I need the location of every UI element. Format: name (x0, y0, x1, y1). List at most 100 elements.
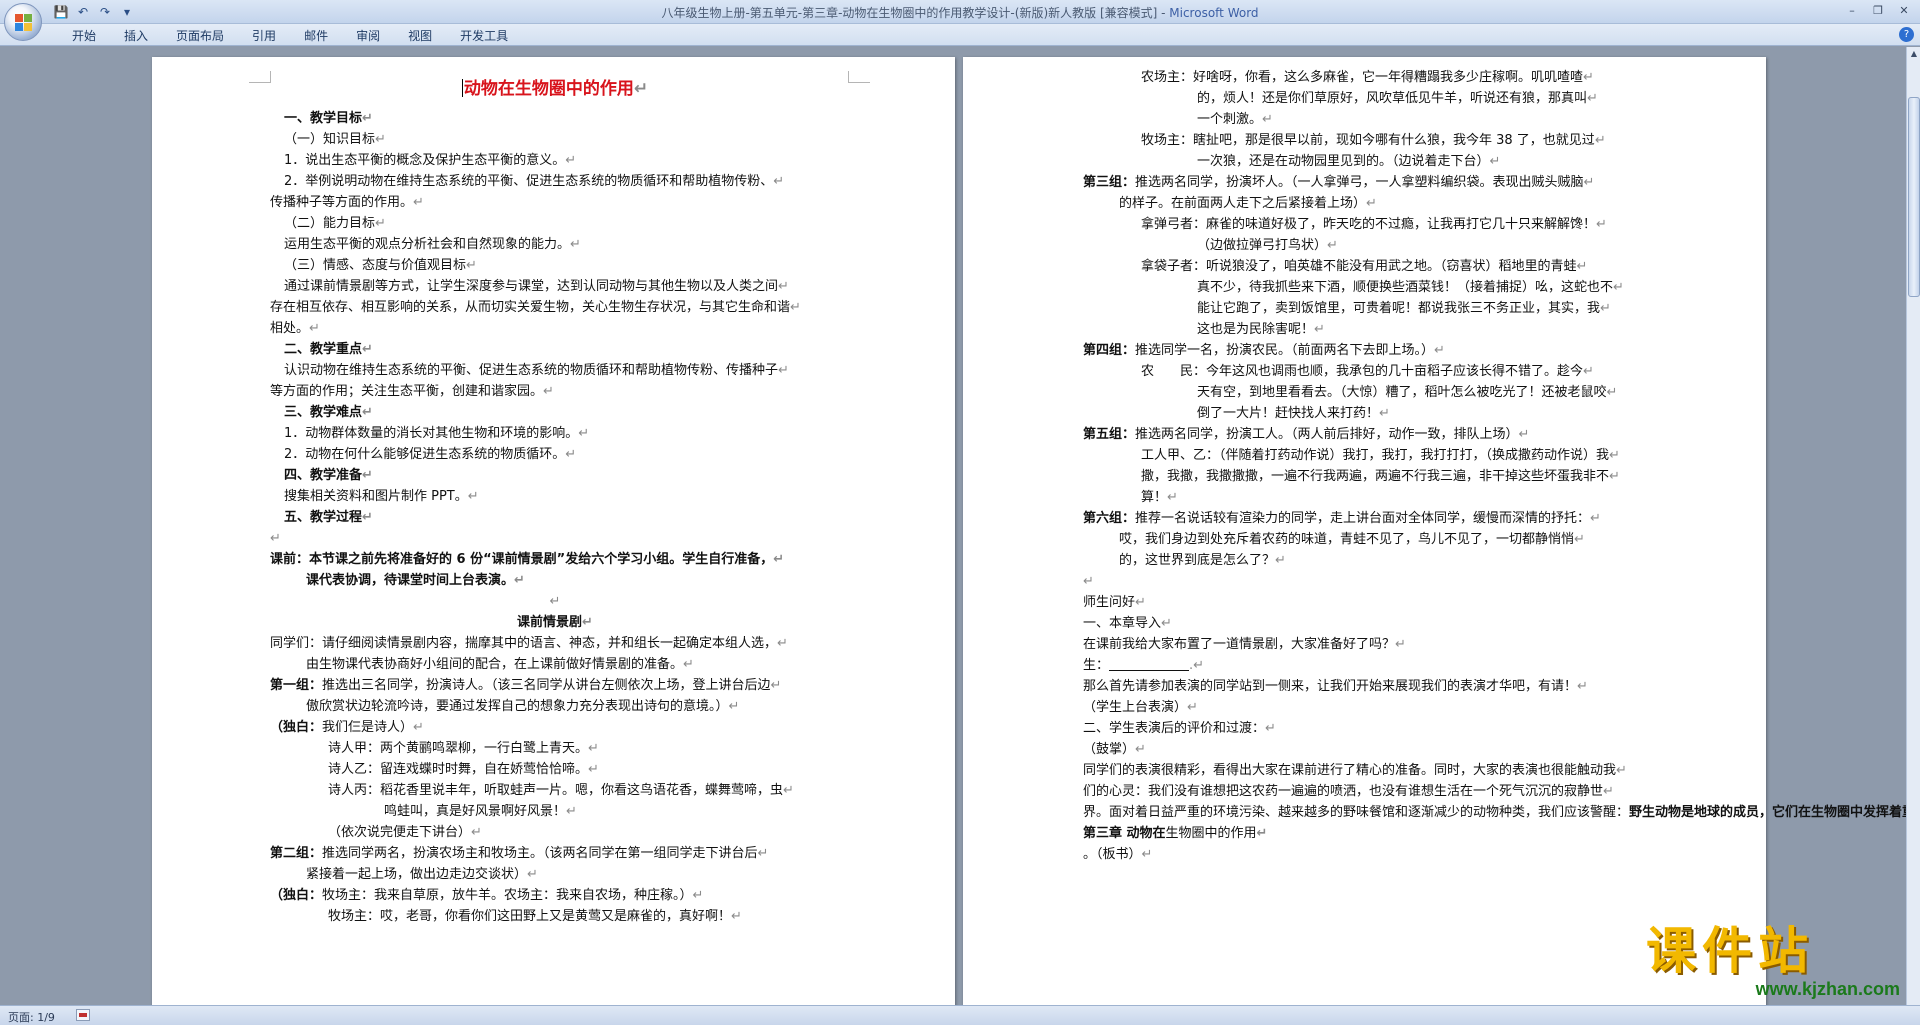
text-line[interactable]: ↵ (1083, 571, 1663, 592)
document-area[interactable]: 动物在生物圈中的作用↵ 一、教学目标↵ （一）知识目标↵ 1．说出生态平衡的概念及保… (0, 47, 1906, 1005)
text-line[interactable]: 拿袋子者：听说狼没了，咱英雄不能没有用武之地。（窃喜状）稻地里的青蛙↵ (1083, 256, 1663, 277)
text-line[interactable]: 三、教学难点↵ (270, 402, 840, 423)
text-line[interactable]: 们的心灵：我们没有谁想把这农药一遍遍的喷洒，也没有谁想生活在一个死气沉沉的寂静世… (1083, 781, 1663, 802)
office-button[interactable] (4, 3, 42, 41)
text-line[interactable]: 运用生态平衡的观点分析社会和自然现象的能力。↵ (270, 234, 840, 255)
text-line[interactable]: 一、教学目标↵ (270, 108, 840, 129)
text-line[interactable]: 等方面的作用；关注生态平衡，创建和谐家园。↵ (270, 381, 840, 402)
text-line[interactable]: 一、本章导入↵ (1083, 613, 1663, 634)
scroll-thumb[interactable] (1908, 97, 1920, 297)
close-button[interactable]: ✕ (1892, 2, 1916, 20)
text-line[interactable]: 第三组：推选两名同学，扮演坏人。（一人拿弹弓，一人拿塑料编织袋。表现出贼头贼脑↵ (1083, 172, 1663, 193)
text-line[interactable]: 第五组：推选两名同学，扮演工人。（两人前后排好，动作一致，排队上场）↵ (1083, 424, 1663, 445)
text-line[interactable]: 1．动物群体数量的消长对其他生物和环境的影响。↵ (270, 423, 840, 444)
text-line[interactable]: 的，这世界到底是怎么了？↵ (1083, 550, 1663, 571)
text-line[interactable]: 界。面对着日益严重的环境污染、越来越多的野味餐馆和逐渐减少的动物种类，我们应该警… (1083, 802, 1906, 823)
text-line[interactable]: 在课前我给大家布置了一道情景剧，大家准备好了吗？↵ (1083, 634, 1663, 655)
text-line[interactable]: 天有空，到地里看看去。（大惊）糟了，稻叶怎么被吃光了！还被老鼠咬↵ (1083, 382, 1663, 403)
text-line[interactable]: 生： .↵ (1083, 655, 1663, 676)
tab-4[interactable]: 邮件 (290, 27, 342, 45)
text-line[interactable]: 四、教学准备↵ (270, 465, 840, 486)
text-line[interactable]: （依次说完便走下讲台）↵ (270, 822, 840, 843)
text-line[interactable]: 拿弹弓者：麻雀的味道好极了，昨天吃的不过瘾，让我再打它几十只来解解馋！↵ (1083, 214, 1663, 235)
text-line[interactable]: 第六组：推荐一名说话较有渲染力的同学，走上讲台面对全体同学，缓慢而深情的抒托：↵ (1083, 508, 1663, 529)
text-line[interactable]: 算！↵ (1083, 487, 1663, 508)
text-line[interactable]: 由生物课代表协商好小组间的配合，在上课前做好情景剧的准备。↵ (270, 654, 840, 675)
text-line[interactable]: 哎，我们身边到处充斥着农药的味道，青蛙不见了，鸟儿不见了，一切都静悄悄↵ (1083, 529, 1663, 550)
tab-3[interactable]: 引用 (238, 27, 290, 45)
tab-1[interactable]: 插入 (110, 27, 162, 45)
text-line[interactable]: 一个刺激。↵ (1083, 109, 1663, 130)
minimize-button[interactable]: – (1840, 2, 1864, 20)
restore-button[interactable]: ❐ (1866, 2, 1890, 20)
text-line[interactable]: 通过课前情景剧等方式，让学生深度参与课堂，达到认同动物与其他生物以及人类之间↵ (270, 276, 840, 297)
text-line[interactable]: 课前情景剧↵ (270, 612, 840, 633)
text-line[interactable]: 。（板书）↵ (1083, 844, 1663, 865)
text-line[interactable]: ↵ (270, 591, 840, 612)
text-line[interactable]: 这也是为民除害呢！↵ (1083, 319, 1663, 340)
text-line[interactable]: 倒了一大片！赶快找人来打药！↵ (1083, 403, 1663, 424)
tab-0[interactable]: 开始 (58, 27, 110, 45)
text-line[interactable]: 一次狼，还是在动物园里见到的。（边说着走下台）↵ (1083, 151, 1663, 172)
help-icon[interactable]: ? (1899, 27, 1914, 42)
text-line[interactable]: 的样子。在前面两人走下之后紧接着上场）↵ (1083, 193, 1663, 214)
text-line[interactable]: 同学们的表演很精彩，看得出大家在课前进行了精心的准备。同时，大家的表演也很能触动… (1083, 760, 1663, 781)
text-line[interactable]: 第一组：推选出三名同学，扮演诗人。（该三名同学从讲台左侧依次上场，登上讲台后边↵ (270, 675, 840, 696)
text-line[interactable]: （独白：我们仨是诗人）↵ (270, 717, 840, 738)
text-line[interactable]: 第三章 动物在生物圈中的作用↵ (1083, 823, 1663, 844)
language-icon[interactable] (76, 1009, 90, 1021)
text-line[interactable]: 2．举例说明动物在维持生态系统的平衡、促进生态系统的物质循环和帮助植物传粉、↵ (270, 171, 840, 192)
text-line[interactable]: 那么首先请参加表演的同学站到一侧来，让我们开始来展现我们的表演才华吧，有请！↵ (1083, 676, 1663, 697)
text-line[interactable]: （一）知识目标↵ (270, 129, 840, 150)
text-line[interactable]: 五、教学过程↵ (270, 507, 840, 528)
text-line[interactable]: 认识动物在维持生态系统的平衡、促进生态系统的物质循环和帮助植物传粉、传播种子↵ (270, 360, 840, 381)
text-line[interactable]: 存在相互依存、相互影响的关系，从而切实关爱生物，关心生物生存状况，与其它生命和谐… (270, 297, 840, 318)
text-line[interactable]: 课前：本节课之前先将准备好的 6 份“课前情景剧”发给六个学习小组。学生自行准备… (270, 549, 840, 570)
text-line[interactable]: 能让它跑了，卖到饭馆里，可贵着呢！都说我张三不务正业，其实，我↵ (1083, 298, 1663, 319)
text-line[interactable]: 课代表协调，待课堂时间上台表演。↵ (270, 570, 840, 591)
text-line[interactable]: 诗人甲：两个黄鹂鸣翠柳，一行白鹭上青天。↵ (270, 738, 840, 759)
text-line[interactable]: 师生问好↵ (1083, 592, 1663, 613)
text-line[interactable]: （独白：牧场主：我来自草原，放牛羊。农场主：我来自农场，种庄稼。）↵ (270, 885, 840, 906)
text-line[interactable]: 二、教学重点↵ (270, 339, 840, 360)
text-line[interactable]: 相处。↵ (270, 318, 840, 339)
text-line[interactable]: 傲欣赏状边轮流吟诗，要通过发挥自己的想象力充分表现出诗句的意境。）↵ (270, 696, 840, 717)
page-2[interactable]: 农场主：好啥呀，你看，这么多麻雀，它一年得糟蹋我多少庄稼啊。叽叽喳喳↵ 的，烦人！… (963, 57, 1906, 1005)
tab-7[interactable]: 开发工具 (446, 27, 522, 45)
text-line[interactable]: 撒，我撒，我撒撒撒，一遍不行我两遍，两遍不行我三遍，非干掉这些坏蛋我非不↵ (1083, 466, 1663, 487)
tab-6[interactable]: 视图 (394, 27, 446, 45)
text-line[interactable]: 鸣蛙叫，真是好风景啊好风景！↵ (270, 801, 840, 822)
text-line[interactable]: 真不少，待我抓些来下酒，顺便换些酒菜钱！（接着捕捉）吆，这蛇也不↵ (1083, 277, 1663, 298)
page-2-content[interactable]: 农场主：好啥呀，你看，这么多麻雀，它一年得糟蹋我多少庄稼啊。叽叽喳喳↵ 的，烦人！… (1083, 67, 1906, 865)
text-line[interactable]: 2．动物在何什么能够促进生态系统的物质循环。↵ (270, 444, 840, 465)
text-line[interactable]: （边做拉弹弓打鸟状）↵ (1083, 235, 1663, 256)
text-line[interactable]: 同学们：请仔细阅读情景剧内容，揣摩其中的语言、神态，并和组长一起确定本组人选，↵ (270, 633, 840, 654)
text-line[interactable]: 搜集相关资料和图片制作 PPT。↵ (270, 486, 840, 507)
text-line[interactable]: （三）情感、态度与价值观目标↵ (270, 255, 840, 276)
vertical-scrollbar[interactable]: ▲ (1906, 47, 1920, 1005)
page-1[interactable]: 动物在生物圈中的作用↵ 一、教学目标↵ （一）知识目标↵ 1．说出生态平衡的概念及保… (152, 57, 955, 1005)
text-line[interactable]: （二）能力目标↵ (270, 213, 840, 234)
text-line[interactable]: 工人甲、乙：（伴随着打药动作说）我打，我打，我打打打，（换成撒药动作说）我↵ (1083, 445, 1663, 466)
text-line[interactable]: 传播种子等方面的作用。↵ (270, 192, 840, 213)
text-line[interactable]: 诗人丙：稻花香里说丰年，听取蛙声一片。嗯，你看这鸟语花香，蝶舞莺啼，虫↵ (270, 780, 840, 801)
page-1-content[interactable]: 动物在生物圈中的作用↵ 一、教学目标↵ （一）知识目标↵ 1．说出生态平衡的概念及保… (270, 67, 840, 927)
text-line[interactable]: 1．说出生态平衡的概念及保护生态平衡的意义。↵ (270, 150, 840, 171)
text-line[interactable]: （鼓掌）↵ (1083, 739, 1663, 760)
tab-5[interactable]: 审阅 (342, 27, 394, 45)
text-line[interactable]: 农 民：今年这风也调雨也顺，我承包的几十亩稻子应该长得不错了。趁今↵ (1083, 361, 1663, 382)
text-line[interactable]: （学生上台表演）↵ (1083, 697, 1663, 718)
text-line[interactable]: 的，烦人！还是你们草原好，风吹草低见牛羊，听说还有狼，那真叫↵ (1083, 88, 1663, 109)
answer-blank[interactable] (1109, 657, 1190, 671)
scroll-up-icon[interactable]: ▲ (1908, 47, 1920, 61)
text-line[interactable]: 紧接着一起上场，做出边走边交谈状）↵ (270, 864, 840, 885)
text-line[interactable]: 牧场主：瞎扯吧，那是很早以前，现如今哪有什么狼，我今年 38 了，也就见过↵ (1083, 130, 1663, 151)
text-line[interactable]: 诗人乙：留连戏蝶时时舞，自在娇莺恰恰啼。↵ (270, 759, 840, 780)
text-line[interactable]: ↵ (270, 528, 840, 549)
tab-2[interactable]: 页面布局 (162, 27, 238, 45)
text-line[interactable]: 二、学生表演后的评价和过渡：↵ (1083, 718, 1663, 739)
text-line[interactable]: 农场主：好啥呀，你看，这么多麻雀，它一年得糟蹋我多少庄稼啊。叽叽喳喳↵ (1083, 67, 1663, 88)
page-count[interactable]: 页面: 1/9 (8, 1009, 55, 1025)
text-line[interactable]: 第二组：推选同学两名，扮演农场主和牧场主。（该两名同学在第一组同学走下讲台后↵ (270, 843, 840, 864)
text-line[interactable]: 牧场主：哎，老哥，你看你们这田野上又是黄莺又是麻雀的，真好啊！↵ (270, 906, 840, 927)
